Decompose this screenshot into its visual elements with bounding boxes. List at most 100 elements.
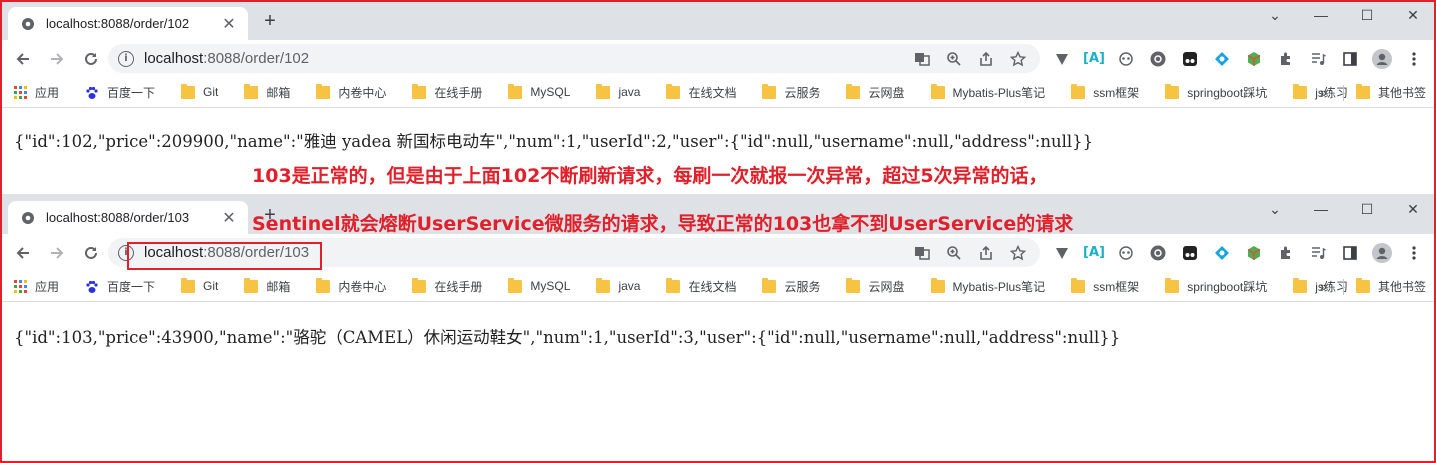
folder-icon xyxy=(1355,84,1370,99)
bookmark-baidu[interactable]: 百度一下 xyxy=(85,84,155,101)
chevron-down-icon[interactable]: ⌄ xyxy=(1252,0,1298,30)
bookmark-folder[interactable]: 邮箱 xyxy=(244,277,290,295)
maximize-button[interactable]: ☐ xyxy=(1344,0,1390,30)
bookmark-folder[interactable]: Git xyxy=(181,277,218,293)
new-tab-button[interactable]: + xyxy=(258,10,282,34)
close-icon[interactable]: ✕ xyxy=(220,208,238,228)
folder-icon xyxy=(666,277,681,293)
zoom-icon[interactable] xyxy=(938,44,970,73)
reload-icon[interactable] xyxy=(74,236,108,270)
toolbar: i localhost:8088/order/102 [A] xyxy=(0,40,1436,77)
address-bar[interactable]: i localhost:8088/order/102 xyxy=(108,44,1040,73)
bookmark-folder[interactable]: MySQL xyxy=(508,277,570,293)
side-panel-icon[interactable] xyxy=(1334,40,1366,77)
bookmark-folder[interactable]: java xyxy=(596,277,640,293)
tab-order-103[interactable]: localhost:8088/order/103 ✕ xyxy=(8,201,248,234)
bookmarks-overflow-button[interactable]: » xyxy=(1320,279,1327,294)
bookmark-folder[interactable]: 在线文档 xyxy=(666,83,736,101)
bookmark-folder[interactable]: 在线手册 xyxy=(412,83,482,101)
folder-icon xyxy=(596,83,611,99)
bookmark-folder[interactable]: ssm框架 xyxy=(1071,277,1139,295)
close-icon[interactable]: ✕ xyxy=(220,14,238,34)
folder-icon xyxy=(412,277,427,293)
bookmarks-overflow-button[interactable]: » xyxy=(1320,85,1327,100)
bookmark-folder[interactable]: java xyxy=(596,83,640,99)
folder-icon xyxy=(846,83,861,99)
arrow-left-icon[interactable] xyxy=(6,236,40,270)
folder-icon xyxy=(316,83,331,99)
translate-icon[interactable] xyxy=(906,44,938,73)
zoom-icon[interactable] xyxy=(938,238,970,267)
close-window-button[interactable]: ✕ xyxy=(1390,194,1436,224)
puzzle-icon[interactable] xyxy=(1270,234,1302,271)
close-window-button[interactable]: ✕ xyxy=(1390,0,1436,30)
bookmark-folder[interactable]: 云服务 xyxy=(762,83,820,101)
reload-icon[interactable] xyxy=(74,42,108,76)
media-control-icon[interactable] xyxy=(1302,40,1334,77)
bookmark-folder[interactable]: Git xyxy=(181,83,218,99)
tab-order-102[interactable]: localhost:8088/order/102 ✕ xyxy=(8,7,248,40)
media-control-icon[interactable] xyxy=(1302,234,1334,271)
bookmark-other[interactable]: 其他书签 xyxy=(1355,278,1426,295)
eye-extension-icon[interactable] xyxy=(1110,234,1142,271)
bookmark-folder[interactable]: springboot踩坑 xyxy=(1165,83,1267,101)
json-response: {"id":103,"price":43900,"name":"骆驼（CAMEL… xyxy=(14,328,1121,347)
cube-extension-icon[interactable] xyxy=(1238,40,1270,77)
url-highlight-box xyxy=(127,242,322,270)
bookmark-folder[interactable]: springboot踩坑 xyxy=(1165,277,1267,295)
bookmark-folder[interactable]: 云服务 xyxy=(762,277,820,295)
bookmark-folder[interactable]: 邮箱 xyxy=(244,83,290,101)
share-icon[interactable] xyxy=(970,44,1002,73)
tampermonkey-icon[interactable] xyxy=(1174,40,1206,77)
translate-icon[interactable] xyxy=(906,238,938,267)
bookmark-apps[interactable]: 应用 xyxy=(14,278,59,295)
bookmark-apps[interactable]: 应用 xyxy=(14,84,59,101)
vee-extension-icon[interactable] xyxy=(1046,234,1078,271)
info-icon[interactable]: i xyxy=(118,50,134,67)
diamond-extension-icon[interactable] xyxy=(1206,40,1238,77)
bookmark-other[interactable]: 其他书签 xyxy=(1355,84,1426,101)
minimize-button[interactable]: — xyxy=(1298,194,1344,224)
bookmark-folder[interactable]: 在线文档 xyxy=(666,277,736,295)
minimize-button[interactable]: — xyxy=(1298,0,1344,30)
translator-extension-icon[interactable]: [A] xyxy=(1078,40,1110,77)
folder-icon xyxy=(508,83,523,99)
kebab-menu-icon[interactable] xyxy=(1398,40,1430,77)
avatar[interactable] xyxy=(1366,40,1398,77)
link-extension-icon[interactable] xyxy=(1142,40,1174,77)
side-panel-icon[interactable] xyxy=(1334,234,1366,271)
bookmark-folder[interactable]: 内卷中心 xyxy=(316,277,386,295)
kebab-menu-icon[interactable] xyxy=(1398,234,1430,271)
puzzle-icon[interactable] xyxy=(1270,40,1302,77)
bookmark-folder[interactable]: MySQL xyxy=(508,83,570,99)
tampermonkey-icon[interactable] xyxy=(1174,234,1206,271)
bookmark-folder[interactable]: 云网盘 xyxy=(846,83,905,101)
arrow-left-icon[interactable] xyxy=(6,42,40,76)
bookmark-folder[interactable]: Mybatis-Plus笔记 xyxy=(930,83,1045,101)
star-icon[interactable] xyxy=(1002,44,1034,73)
share-icon[interactable] xyxy=(970,238,1002,267)
vee-extension-icon[interactable] xyxy=(1046,40,1078,77)
folder-icon xyxy=(244,83,259,99)
bookmark-folder[interactable]: Mybatis-Plus笔记 xyxy=(930,277,1045,295)
bookmark-folder[interactable]: ssm框架 xyxy=(1071,83,1139,101)
bookmark-folder[interactable]: 云网盘 xyxy=(846,277,905,295)
divider xyxy=(1342,84,1344,101)
maximize-button[interactable]: ☐ xyxy=(1344,194,1390,224)
link-extension-icon[interactable] xyxy=(1142,234,1174,271)
tab-title: localhost:8088/order/102 xyxy=(46,16,190,31)
arrow-right-icon[interactable] xyxy=(40,42,74,76)
chevron-down-icon[interactable]: ⌄ xyxy=(1252,194,1298,224)
diamond-extension-icon[interactable] xyxy=(1206,234,1238,271)
cube-extension-icon[interactable] xyxy=(1238,234,1270,271)
translator-extension-icon[interactable]: [A] xyxy=(1078,234,1110,271)
bookmark-folder[interactable]: 在线手册 xyxy=(412,277,482,295)
arrow-right-icon[interactable] xyxy=(40,236,74,270)
extensions-bar: [A] xyxy=(1046,40,1430,77)
bookmark-folder[interactable]: 内卷中心 xyxy=(316,83,386,101)
annotation-line-1: 103是正常的，但是由于上面102不断刷新请求，每刷一次就报一次异常，超过5次异… xyxy=(252,165,1048,187)
eye-extension-icon[interactable] xyxy=(1110,40,1142,77)
bookmark-baidu[interactable]: 百度一下 xyxy=(85,278,155,295)
avatar[interactable] xyxy=(1366,234,1398,271)
star-icon[interactable] xyxy=(1002,238,1034,267)
